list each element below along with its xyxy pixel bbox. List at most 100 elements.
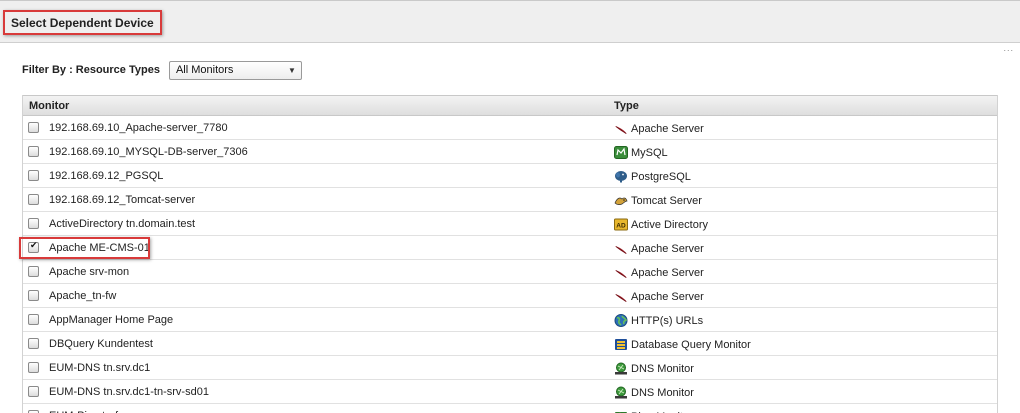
type-name: HTTP(s) URLs [631,314,704,327]
filter-label: Filter By : Resource Types [22,64,160,76]
apache-feather-icon [614,242,628,255]
table-row[interactable]: EUM-DNS tn.srv.dc1 DNS Monitor [23,356,997,380]
monitor-cell: EUM-Ping tn-fw [23,410,611,413]
monitor-name: Apache srv-mon [49,265,130,278]
type-name: PostgreSQL [631,170,691,183]
type-cell: Apache Server [611,288,704,303]
row-checkbox[interactable] [28,290,39,301]
table-row[interactable]: EUM-DNS tn.srv.dc1-tn-srv-sd01 DNS Monito… [23,380,997,404]
mysql-icon [614,146,628,159]
monitor-cell: 192.168.69.12_PGSQL [23,170,611,182]
column-header-monitor[interactable]: Monitor [23,96,611,115]
monitor-name: EUM-DNS tn.srv.dc1-tn-srv-sd01 [49,385,209,398]
monitor-cell: EUM-DNS tn.srv.dc1-tn-srv-sd01 [23,386,611,398]
dropdown-arrow-icon: ▼ [288,65,296,75]
type-cell: Tomcat Server [611,192,702,207]
monitor-name: 192.168.69.10_Apache-server_7780 [49,121,228,134]
row-checkbox[interactable] [28,170,39,181]
filter-bar: Filter By : Resource Types All Monitors … [22,60,302,80]
type-name: Tomcat Server [631,194,702,207]
table-row[interactable]: Apache ME-CMS-01 Apache Server [23,236,997,260]
table-row[interactable]: EUM-Ping tn-fw Ping Monitor [23,404,997,413]
table-row[interactable]: DBQuery Kundentest Database Query Monitor [23,332,997,356]
table-body: 192.168.69.10_Apache-server_7780 Apache S… [23,116,997,413]
type-cell: Ping Monitor [611,408,693,413]
monitor-name: ActiveDirectory tn.domain.test [49,217,196,230]
row-checkbox[interactable] [28,362,39,373]
monitor-name: Apache ME-CMS-01 [49,241,150,254]
row-checkbox[interactable] [28,146,39,157]
monitor-cell: 192.168.69.12_Tomcat-server [23,194,611,206]
type-cell: AD Active Directory [611,216,708,231]
monitor-name: AppManager Home Page [49,313,174,326]
row-checkbox[interactable] [28,266,39,277]
monitor-table: Monitor Type 192.168.69.10_Apache-server… [22,95,998,413]
overflow-marker: ... [1003,43,1014,53]
type-cell: Apache Server [611,240,704,255]
row-checkbox[interactable] [28,240,39,253]
monitor-name: Apache_tn-fw [49,289,117,302]
dns-icon [614,386,628,399]
postgresql-elephant-icon [614,170,628,183]
monitor-name: DBQuery Kundentest [49,337,153,350]
globe-icon [614,314,628,327]
type-name: Apache Server [631,290,704,303]
table-header: Monitor Type [23,95,997,116]
monitor-name: 192.168.69.12_PGSQL [49,169,164,182]
table-row[interactable]: 192.168.69.10_Apache-server_7780 Apache S… [23,116,997,140]
type-name: Apache Server [631,266,704,279]
type-cell: MySQL [611,144,668,159]
row-checkbox[interactable] [28,194,39,205]
monitor-cell: AppManager Home Page [23,314,611,326]
row-checkbox[interactable] [28,218,39,229]
table-row[interactable]: 192.168.69.10_MYSQL-DB-server_7306 MySQL [23,140,997,164]
type-cell: DNS Monitor [611,360,694,375]
tomcat-icon [614,194,628,207]
table-row[interactable]: ActiveDirectory tn.domain.test AD Active D… [23,212,997,236]
table-row[interactable]: 192.168.69.12_Tomcat-server Tomcat Server [23,188,997,212]
table-row[interactable]: Apache_tn-fw Apache Server [23,284,997,308]
monitor-cell: EUM-DNS tn.srv.dc1 [23,362,611,374]
table-row[interactable]: AppManager Home Page HTTP(s) URLs [23,308,997,332]
type-name: DNS Monitor [631,386,694,399]
type-name: Apache Server [631,122,704,135]
row-checkbox[interactable] [28,122,39,133]
table-row[interactable]: Apache srv-mon Apache Server [23,260,997,284]
dns-icon [614,362,628,375]
type-cell: Apache Server [611,120,704,135]
monitor-name: EUM-Ping tn-fw [49,410,126,413]
page-title: Select Dependent Device [3,10,162,35]
database-query-icon [614,338,628,351]
resource-types-selected: All Monitors [175,63,234,76]
row-checkbox[interactable] [28,386,39,397]
page-header: Select Dependent Device [0,0,1020,43]
row-checkbox[interactable] [28,314,39,325]
monitor-cell: ActiveDirectory tn.domain.test [23,218,611,230]
svg-text:AD: AD [616,223,626,230]
type-cell: DNS Monitor [611,384,694,399]
monitor-cell: Apache ME-CMS-01 [23,240,611,254]
monitor-name: 192.168.69.10_MYSQL-DB-server_7306 [49,145,248,158]
column-header-type[interactable]: Type [611,96,639,115]
row-checkbox[interactable] [28,338,39,349]
resource-types-select[interactable]: All Monitors ▼ [168,60,302,80]
monitor-cell: Apache_tn-fw [23,290,611,302]
apache-feather-icon [614,122,628,135]
type-name: Apache Server [631,242,704,255]
monitor-name: EUM-DNS tn.srv.dc1 [49,361,151,374]
type-cell: PostgreSQL [611,168,691,183]
monitor-cell: 192.168.69.10_MYSQL-DB-server_7306 [23,146,611,158]
monitor-cell: 192.168.69.10_Apache-server_7780 [23,122,611,134]
monitor-cell: DBQuery Kundentest [23,338,611,350]
type-name: Active Directory [631,218,709,231]
apache-feather-icon [614,290,628,303]
monitor-cell: Apache srv-mon [23,266,611,278]
type-name: DNS Monitor [631,362,694,375]
active-directory-icon: AD [614,218,628,231]
table-row[interactable]: 192.168.69.12_PGSQL PostgreSQL [23,164,997,188]
apache-feather-icon [614,266,628,279]
type-cell: Database Query Monitor [611,336,751,351]
type-cell: HTTP(s) URLs [611,312,703,327]
type-cell: Apache Server [611,264,704,279]
type-name: Database Query Monitor [631,338,751,351]
